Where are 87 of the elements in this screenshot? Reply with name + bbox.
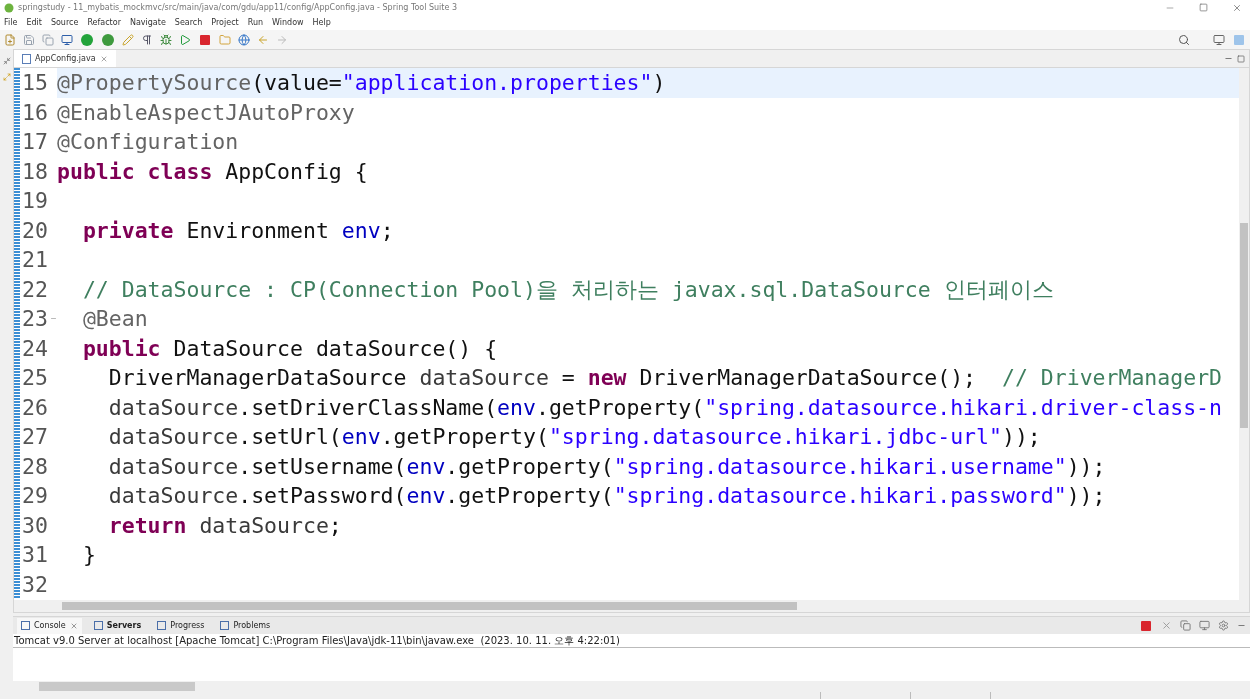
view-icon bbox=[220, 621, 230, 630]
back-arrow-icon[interactable] bbox=[257, 33, 269, 46]
line-number: 25 bbox=[22, 364, 49, 392]
restore-icon[interactable] bbox=[1199, 3, 1208, 12]
line-number: 23 bbox=[22, 305, 49, 333]
line-number: 17 bbox=[22, 128, 49, 156]
line-number: 27 bbox=[22, 423, 49, 451]
remove-launch-icon[interactable] bbox=[1161, 620, 1172, 631]
line-number: 31 bbox=[22, 541, 49, 569]
menu-item[interactable]: Project bbox=[211, 16, 239, 29]
pencil-icon[interactable] bbox=[122, 33, 134, 46]
view-icon bbox=[93, 621, 103, 630]
line-number: 22 bbox=[22, 275, 49, 304]
code-line: dataSource.setDriverClassName(env.getProperty("spring.datasource.hikari.driver-class-n bbox=[107, 393, 1223, 422]
scrollbar-thumb[interactable] bbox=[1240, 223, 1248, 428]
menu-item[interactable]: Refactor bbox=[87, 16, 121, 29]
maximize-view-icon[interactable] bbox=[1237, 55, 1245, 63]
editor-tab[interactable]: AppConfig.java bbox=[14, 50, 116, 67]
display-console-icon[interactable] bbox=[1199, 620, 1210, 631]
menu-item[interactable]: Run bbox=[247, 16, 264, 29]
save-icon[interactable] bbox=[23, 33, 35, 46]
line-number: 30 bbox=[22, 511, 49, 540]
menu-item[interactable]: Window bbox=[272, 16, 304, 29]
forward-arrow-icon[interactable] bbox=[276, 33, 288, 46]
line-number: 26 bbox=[22, 393, 49, 422]
scrollbar-thumb[interactable] bbox=[62, 602, 797, 610]
code-line: @Bean bbox=[81, 305, 149, 333]
globe-icon[interactable] bbox=[238, 33, 250, 46]
pilcrow-icon[interactable] bbox=[141, 33, 153, 46]
perspective-icon[interactable] bbox=[1213, 33, 1225, 46]
menu-item[interactable]: Help bbox=[312, 16, 331, 29]
close-tab-icon[interactable] bbox=[69, 621, 78, 630]
new-file-icon[interactable] bbox=[4, 33, 16, 46]
save-all-icon[interactable] bbox=[42, 33, 54, 46]
menu-item[interactable]: File bbox=[4, 16, 18, 29]
code-line: @EnableAspectJAutoProxy bbox=[57, 98, 356, 127]
scrollbar-thumb[interactable] bbox=[39, 682, 195, 691]
java-file-icon bbox=[22, 53, 31, 64]
side-view-icon[interactable] bbox=[2, 73, 11, 81]
debug-icon[interactable] bbox=[160, 33, 172, 46]
code-line: return dataSource; bbox=[107, 511, 343, 540]
copy-icon[interactable] bbox=[1180, 620, 1191, 631]
close-tab-icon[interactable] bbox=[99, 54, 108, 63]
console-header: Tomcat v9.0 Server at localhost [Apache Tomcat] C:\Program Files\Java\jdk-11\bin\javaw.exe (2023. 10. 11. 오후 4:22:01) bbox=[14, 634, 620, 647]
window-title: springstudy - 11_mybatis_mockmvc/src/main/java/com/gdu/app11/config/AppConfig.java - Spring Tool Suite 3 bbox=[18, 1, 458, 14]
vertical-scrollbar[interactable] bbox=[1239, 68, 1249, 600]
view-tab[interactable]: Console bbox=[17, 617, 82, 634]
line-number: 21 bbox=[22, 246, 49, 274]
close-icon[interactable] bbox=[1232, 2, 1242, 13]
code-line: public class AppConfig { bbox=[57, 157, 369, 186]
settings-icon[interactable] bbox=[1218, 620, 1229, 631]
menu-item[interactable]: Navigate bbox=[129, 16, 166, 29]
code-line: public DataSource dataSource() { bbox=[81, 334, 499, 363]
menu-item[interactable]: Source bbox=[50, 16, 79, 29]
folder-icon[interactable] bbox=[219, 33, 231, 46]
line-number: 15 bbox=[22, 69, 49, 97]
line-number: 32 bbox=[22, 570, 49, 599]
code-line: dataSource.setPassword(env.getProperty("spring.datasource.hikari.password")); bbox=[107, 482, 1107, 510]
line-number: 20 bbox=[22, 216, 49, 245]
line-number: 19 bbox=[22, 187, 49, 215]
line-number: 24 bbox=[22, 334, 49, 363]
menu-item[interactable]: Edit bbox=[26, 16, 42, 29]
run-icon[interactable] bbox=[179, 33, 191, 46]
view-tab[interactable]: Progress bbox=[153, 617, 209, 634]
line-number: 29 bbox=[22, 482, 49, 510]
terminate-icon[interactable] bbox=[1139, 618, 1153, 633]
line-number: 18 bbox=[22, 157, 49, 186]
code-line: DriverManagerDataSource dataSource = new DriverManagerDataSource(); // DriverManagerD bbox=[107, 364, 1224, 392]
code-line: } bbox=[81, 541, 97, 569]
stop-icon[interactable] bbox=[198, 32, 212, 47]
monitor-icon[interactable] bbox=[61, 33, 73, 46]
restore-view-icon[interactable] bbox=[2, 57, 11, 65]
line-number: 28 bbox=[22, 452, 49, 481]
code-line: dataSource.setUsername(env.getProperty("spring.datasource.hikari.username")); bbox=[107, 452, 1107, 481]
view-tab[interactable]: Servers bbox=[89, 617, 146, 634]
line-number: 16 bbox=[22, 98, 49, 127]
view-tab[interactable]: Problems bbox=[216, 617, 275, 634]
view-icon bbox=[21, 621, 30, 630]
code-line: dataSource.setUrl(env.getProperty("spring.datasource.hikari.jdbc-url")); bbox=[107, 423, 1042, 451]
view-icon bbox=[157, 621, 167, 630]
horizontal-scrollbar[interactable] bbox=[14, 600, 1249, 612]
code-line: @Configuration bbox=[57, 128, 240, 156]
menu-item[interactable]: Search bbox=[174, 16, 203, 29]
code-line: private Environment env; bbox=[81, 216, 395, 245]
search-icon[interactable] bbox=[1178, 33, 1190, 46]
app-logo-icon bbox=[4, 2, 14, 13]
code-line: // DataSource : CP(Connection Pool)을 처리하는 javax.sql.DataSource 인터페이스 bbox=[81, 275, 1055, 304]
